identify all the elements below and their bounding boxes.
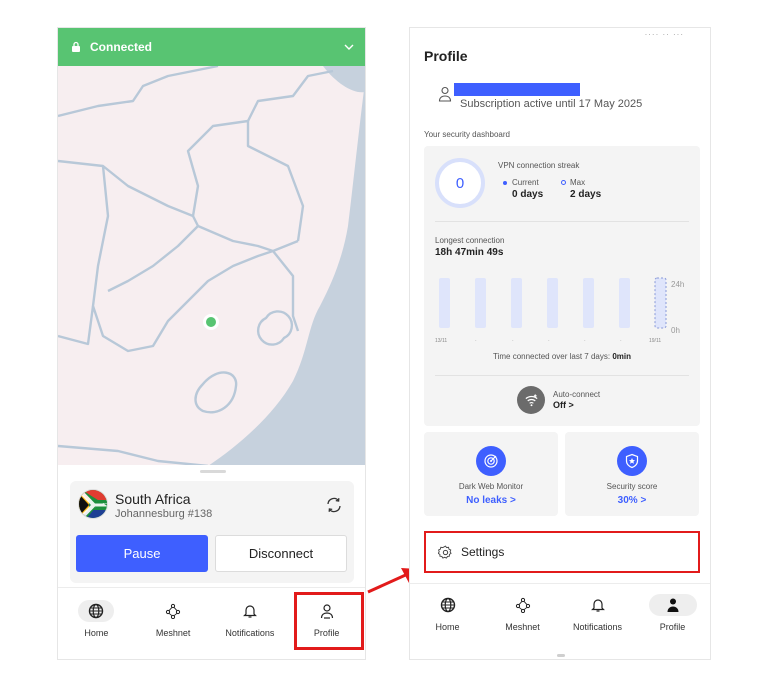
longest-connection-value: 18h 47min 49s [435,247,504,258]
nav-home[interactable]: Home [58,588,135,659]
weekly-bar-track [583,278,594,328]
pause-button[interactable]: Pause [76,535,208,572]
profile-tab-highlight [294,592,364,650]
refresh-icon[interactable] [324,495,344,515]
gear-icon [438,545,452,559]
weekly-caption-value: 0min [612,352,631,361]
radar-icon [476,446,506,476]
weekly-caption: Time connected over last 7 days: 0min [424,352,700,361]
settings-row[interactable]: Settings [424,531,700,573]
nav-home[interactable]: Home [410,584,485,659]
nav-home-label: Home [435,622,460,632]
streak-max-value: 2 days [570,189,602,200]
nav-notifications-label: Notifications [225,628,275,638]
chart-end-label: 19/11 [649,338,661,344]
profile-screen: ···· ·· ··· Profile Subscription active … [409,27,711,660]
connection-status-label: Connected [90,40,153,54]
location-card[interactable]: South Africa Johannesburg #138 Pause Dis… [70,481,354,583]
page-title: Profile [424,48,468,64]
globe-icon [430,594,466,616]
chart-day-dot: . [548,337,550,343]
wifi-autoconnect-icon[interactable] [517,386,545,414]
weekly-bar-track [619,278,630,328]
disconnect-button[interactable]: Disconnect [215,535,347,572]
streak-current-value: 0 days [512,189,544,200]
connection-status-bar[interactable]: Connected [58,28,365,66]
security-score-value[interactable]: 30% > [565,495,699,506]
weekly-caption-prefix: Time connected over last 7 days: [493,352,613,361]
streak-max-label: Max [570,178,586,187]
nav-notifications[interactable]: Notifications [560,584,635,659]
status-indicators: ···· ·· ··· [644,30,684,39]
nav-meshnet-label: Meshnet [505,622,540,632]
weekly-bar-track [439,278,450,328]
server-location-dot [203,314,219,330]
security-dashboard-card: 0 VPN connection streak Current 0 days M… [424,146,700,426]
autoconnect-link[interactable]: Off > [553,400,574,410]
chart-bottom-tick: 0h [671,326,680,335]
location-sheet: South Africa Johannesburg #138 Pause Dis… [58,465,365,589]
chart-day-dot: . [584,337,586,343]
shield-star-icon [617,446,647,476]
dark-web-monitor-card[interactable]: Dark Web Monitor No leaks > [424,432,558,516]
weekly-connection-chart: 13/11 19/11 24h 0h . . . . . [435,277,684,344]
chart-day-dot: . [475,337,477,343]
globe-icon [78,600,115,622]
meshnet-icon [155,600,191,622]
bottom-nav: Home Meshnet Notifications Profile [410,583,710,659]
server-name: Johannesburg #138 [115,508,213,520]
streak-ring: 0 [435,158,485,208]
dark-web-monitor-label: Dark Web Monitor [458,482,524,491]
weekly-bar-track [654,277,667,329]
max-dot-icon [561,180,566,185]
longest-connection-label: Longest connection [435,236,505,245]
streak-current-label: Current [512,178,539,187]
chart-day-dot: . [620,337,622,343]
sheet-handle[interactable] [200,470,226,473]
chevron-down-icon[interactable] [343,41,355,53]
weekly-bar-track [511,278,522,328]
divider [435,221,689,222]
south-africa-flag-icon [78,489,108,519]
map[interactable] [58,66,365,466]
nav-profile[interactable]: Profile [635,584,710,659]
weekly-bar-track [475,278,486,328]
bell-icon [580,594,616,616]
streak-title: VPN connection streak [498,161,580,170]
security-score-card[interactable]: Security score 30% > [565,432,699,516]
user-filled-icon [648,594,697,616]
nav-notifications-label: Notifications [572,622,623,632]
email-redacted [454,83,580,96]
home-screen: Connected South Africa Johannesburg #138… [57,27,366,660]
nav-home-label: Home [84,628,109,638]
chart-start-label: 13/11 [435,338,447,344]
weekly-bar-track [547,278,558,328]
subscription-status: Subscription active until 17 May 2025 [460,98,643,110]
dashboard-label: Your security dashboard [424,130,510,139]
country-name: South Africa [115,491,191,507]
autoconnect-label: Auto-connect [553,390,601,399]
divider [435,375,689,376]
current-dot-icon [503,181,507,185]
meshnet-icon [505,594,541,616]
nav-meshnet-label: Meshnet [155,628,191,638]
chart-top-tick: 24h [671,280,684,289]
nav-meshnet[interactable]: Meshnet [135,588,212,659]
security-score-label: Security score [606,482,658,491]
bell-icon [232,600,268,622]
settings-label: Settings [461,545,505,559]
chart-day-dot: . [512,337,514,343]
home-indicator [557,654,565,657]
nav-notifications[interactable]: Notifications [212,588,289,659]
user-icon [438,86,452,102]
lock-icon [72,41,80,52]
nav-profile-label: Profile [659,622,686,632]
nav-meshnet[interactable]: Meshnet [485,584,560,659]
dark-web-monitor-value[interactable]: No leaks > [424,495,558,506]
